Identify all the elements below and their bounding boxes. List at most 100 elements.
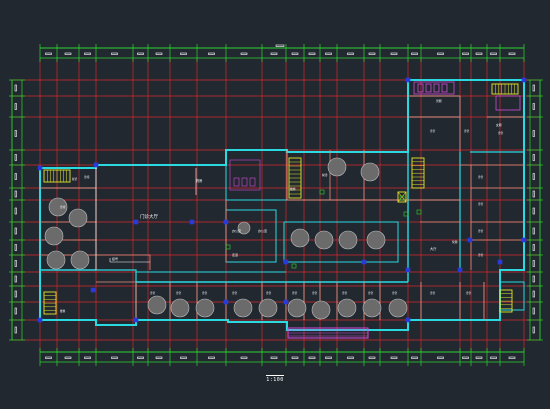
room-label-clinic: 诊室 bbox=[150, 291, 156, 295]
room-label-clinic: 诊室 bbox=[232, 291, 238, 295]
column-marker bbox=[37, 165, 43, 171]
dimension-text-top bbox=[270, 52, 278, 55]
dimension-text-left bbox=[14, 290, 17, 298]
toilet-stall bbox=[441, 83, 448, 93]
dimension-text-top bbox=[308, 52, 316, 55]
dimension-text-bottom bbox=[137, 356, 144, 359]
room-label-clinic: 诊室 bbox=[478, 175, 484, 179]
partition bbox=[96, 254, 151, 270]
round-table bbox=[44, 226, 64, 246]
dimension-text-top bbox=[84, 52, 91, 55]
round-table bbox=[147, 295, 167, 315]
dimension-text-left bbox=[14, 103, 17, 110]
column-marker bbox=[37, 317, 43, 323]
dimension-text-top bbox=[180, 52, 187, 55]
dimension-text-bottom bbox=[490, 356, 497, 359]
round-table bbox=[233, 298, 253, 318]
dimension-text-top bbox=[508, 52, 516, 55]
round-table bbox=[314, 230, 334, 250]
dimension-text-right bbox=[532, 173, 535, 180]
dimension-text-right bbox=[532, 130, 535, 137]
dimension-text-left bbox=[14, 84, 17, 92]
dimension-total-top bbox=[275, 44, 285, 47]
dimension-text-bottom bbox=[291, 356, 299, 359]
round-table bbox=[337, 298, 357, 318]
room-label-clinic: 诊室 bbox=[368, 291, 374, 295]
dimension-text-right bbox=[532, 103, 535, 110]
toilet-fixtures-magenta bbox=[229, 159, 261, 191]
dimension-text-bottom bbox=[208, 356, 215, 359]
room-label-clinic: 诊室 bbox=[392, 291, 398, 295]
dimension-text-left bbox=[14, 154, 17, 161]
round-table bbox=[290, 228, 310, 248]
column-marker bbox=[405, 77, 411, 83]
room-label-clinic: 诊室 bbox=[60, 205, 66, 209]
dimension-text-right bbox=[532, 326, 535, 334]
room-label-waiting: 候诊 bbox=[72, 177, 78, 181]
column-marker bbox=[90, 287, 96, 293]
door-mark bbox=[416, 209, 422, 215]
dimension-text-bottom bbox=[64, 356, 72, 359]
column-marker bbox=[361, 259, 367, 265]
dimension-text-right bbox=[532, 154, 535, 161]
dimension-text-bottom bbox=[325, 356, 332, 359]
room-label-clinic: 诊室 bbox=[430, 291, 436, 295]
scale-text: 1:100 bbox=[266, 377, 284, 383]
dimension-text-top bbox=[45, 52, 52, 55]
interior-wall-cyan bbox=[225, 150, 288, 201]
room-label-stair: 楼梯 bbox=[60, 309, 66, 313]
dimension-text-top bbox=[490, 52, 497, 55]
dimension-text-bottom bbox=[308, 356, 316, 359]
dimension-text-bottom bbox=[111, 356, 118, 359]
room-label-clinic: 诊室 bbox=[466, 291, 472, 295]
column-marker bbox=[283, 299, 289, 305]
column-marker bbox=[457, 267, 463, 273]
round-table bbox=[170, 298, 190, 318]
room-label-toilet-f: 女厕 bbox=[496, 123, 502, 127]
dimension-text-left bbox=[14, 173, 17, 180]
dimension-text-left bbox=[14, 307, 17, 315]
column-marker bbox=[405, 317, 411, 323]
dimension-text-bottom bbox=[390, 356, 398, 359]
round-table bbox=[366, 230, 386, 250]
dimension-text-bottom bbox=[508, 356, 516, 359]
round-table bbox=[338, 230, 358, 250]
floor-plan: 门诊大厅药房挂号办公室 办公室走道楼梯候诊大厅化验男厕女厕诊室诊室诊室 诊室 诊室 诊室… bbox=[9, 44, 543, 366]
dimension-text-top bbox=[462, 52, 469, 55]
column-marker bbox=[133, 317, 139, 323]
dimension-text-right bbox=[532, 275, 535, 283]
dimension-text-right bbox=[532, 260, 535, 267]
cad-drawing: 门诊大厅 药房 挂号 办公室 办公室 走道 楼梯 候诊 大厅 化验 男厕 女厕 诊室 诊室 诊室 诊室 诊室 诊室… bbox=[0, 0, 550, 409]
column-marker bbox=[467, 237, 473, 243]
dimension-text-left bbox=[14, 190, 17, 198]
dimension-text-bottom bbox=[347, 356, 354, 359]
dimension-text-bottom bbox=[180, 356, 187, 359]
dimension-text-right bbox=[532, 207, 535, 215]
room-label-clinic: 诊室 bbox=[202, 291, 208, 295]
round-table bbox=[258, 298, 278, 318]
round-table bbox=[362, 298, 382, 318]
door-mark bbox=[291, 263, 297, 269]
dimension-text-top bbox=[137, 52, 144, 55]
room-label-waiting: 候诊 bbox=[322, 173, 328, 177]
round-table bbox=[327, 157, 347, 177]
room-label-clinic: 诊室 bbox=[478, 229, 484, 233]
column-marker bbox=[223, 299, 229, 305]
toilet-stall bbox=[417, 83, 424, 93]
toilet-stall bbox=[249, 177, 256, 187]
dimension-text-right bbox=[532, 290, 535, 298]
room-label-clinic: 诊室 bbox=[312, 291, 318, 295]
dimension-text-top bbox=[347, 52, 354, 55]
scale-title: 1:100 bbox=[0, 372, 550, 383]
toilet-stall bbox=[233, 177, 240, 187]
dimension-text-right bbox=[532, 190, 535, 198]
room-label-clinic: 诊室 bbox=[430, 129, 436, 133]
column-marker bbox=[497, 259, 503, 265]
dimension-text-top bbox=[64, 52, 72, 55]
room-label-corridor: 走道 bbox=[232, 252, 238, 257]
room-label-registration: 挂号 bbox=[112, 256, 118, 261]
column-marker bbox=[223, 219, 229, 225]
dimension-text-top bbox=[437, 52, 444, 55]
round-table bbox=[360, 162, 380, 182]
column-marker bbox=[283, 259, 289, 265]
